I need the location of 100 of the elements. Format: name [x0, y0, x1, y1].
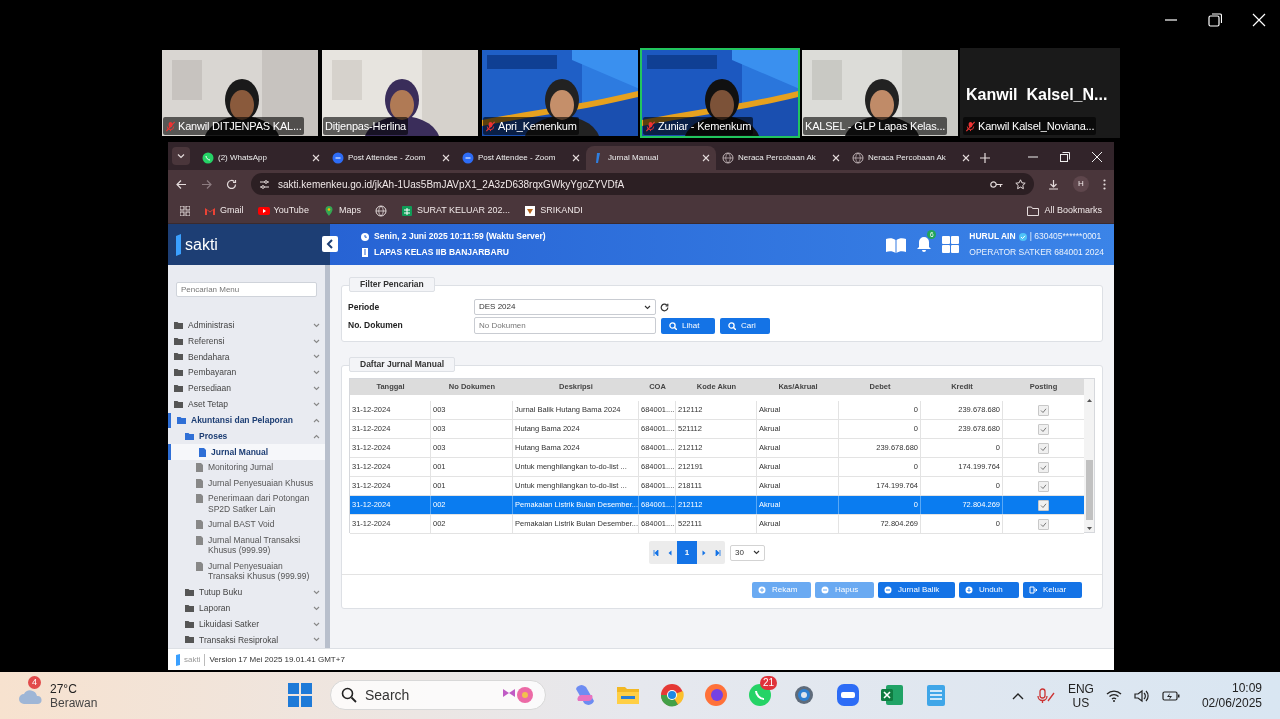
previous-page-icon[interactable]: [667, 549, 673, 556]
browser-tab[interactable]: Post Attendee - Zoom: [326, 146, 456, 170]
close-icon[interactable]: [962, 154, 970, 162]
forward-icon[interactable]: [201, 178, 212, 190]
participant-tile[interactable]: Apri_Kemenkum: [480, 48, 640, 138]
chevron-down-icon[interactable]: [313, 621, 320, 627]
browser-tab[interactable]: (2) WhatsApp: [196, 146, 326, 170]
back-icon[interactable]: [176, 178, 187, 190]
restore-icon[interactable]: [1060, 152, 1070, 162]
menu-item[interactable]: Aset Tetap: [168, 396, 325, 413]
all-bookmarks-link[interactable]: All Bookmarks: [1044, 203, 1102, 218]
close-icon[interactable]: [572, 154, 580, 162]
menu-item[interactable]: Monitoring Jurnal: [168, 459, 325, 476]
search-field[interactable]: Pencarian Menu: [176, 282, 317, 298]
menu-item[interactable]: Penerimaan dari Potongan SP2D Satker Lain: [168, 490, 325, 517]
bookmark-link[interactable]: Maps: [338, 203, 361, 218]
chevron-down-icon[interactable]: [313, 589, 320, 595]
chevron-down-icon[interactable]: [313, 402, 320, 408]
bookmark-link[interactable]: SRIKANDI: [540, 203, 583, 218]
close-icon[interactable]: [702, 154, 710, 162]
key-icon[interactable]: [990, 179, 1003, 189]
scroll-down-icon[interactable]: [1086, 527, 1092, 530]
spreadsheet-icon[interactable]: [880, 683, 904, 707]
bookmark-link[interactable]: Gmail: [220, 203, 244, 218]
menu-item[interactable]: Jurnal BAST Void: [168, 516, 325, 533]
browser-tab[interactable]: Jurnal Manual: [586, 146, 716, 170]
bookmark-link[interactable]: YouTube: [273, 203, 309, 218]
apps-grid-icon[interactable]: [180, 205, 190, 216]
download-icon[interactable]: [1048, 178, 1059, 190]
menu-item[interactable]: Laporan: [168, 600, 325, 617]
menu-item[interactable]: Referensi: [168, 333, 325, 350]
chevron-down-icon[interactable]: [313, 354, 320, 360]
chevron-down-icon[interactable]: [313, 338, 320, 344]
page-size-select[interactable]: 30: [730, 544, 765, 561]
close-icon[interactable]: [1092, 152, 1102, 162]
chevron-down-icon[interactable]: [313, 605, 320, 611]
address-bar[interactable]: sakti.kemenkeu.go.id/jkAh-1Uas5BmJAVpX1_2A3zD638rqxGWkyYgoZYVDfA: [251, 173, 1034, 195]
scroll-up-icon[interactable]: [1086, 399, 1092, 402]
clock-date[interactable]: 02/06/2025: [1201, 695, 1262, 711]
participant-tile[interactable]: Kanwil DITJENPAS KAL...: [160, 48, 320, 138]
reload-icon[interactable]: [226, 178, 237, 190]
menu-item[interactable]: Jurnal Manual: [168, 444, 325, 460]
close-icon[interactable]: [312, 154, 320, 162]
menu-item[interactable]: Jurnal Manual Transaksi Khusus (999.99): [168, 532, 325, 559]
last-page-icon[interactable]: [715, 549, 721, 556]
action-button[interactable]: Unduh: [959, 582, 1019, 598]
search-box[interactable]: Search: [330, 680, 546, 710]
search-button[interactable]: Lihat: [661, 317, 715, 334]
menu-item[interactable]: Jurnal Penyesuaian Transaksi Khusus (999.99): [168, 558, 325, 585]
chevron-up-icon[interactable]: [1011, 691, 1024, 700]
chevron-down-icon[interactable]: [313, 370, 320, 376]
action-button[interactable]: Jurnal Balik: [878, 582, 955, 598]
action-button[interactable]: Keluar: [1023, 582, 1082, 598]
participant-tile[interactable]: Kanwil Kalsel_N... Kanwil Kalsel_Noviana...: [960, 48, 1120, 138]
menu-item[interactable]: Bendahara: [168, 349, 325, 365]
microphone-icon[interactable]: [1035, 687, 1056, 704]
restore-icon[interactable]: [1208, 13, 1222, 27]
scrollbar-thumb[interactable]: [1085, 460, 1093, 520]
participant-tile[interactable]: Zuniar - Kemenkum: [640, 48, 800, 138]
caret-icon[interactable]: [177, 152, 185, 160]
first-page-icon[interactable]: [653, 549, 659, 556]
menu-item[interactable]: Pembayaran: [168, 364, 325, 381]
wifi-icon[interactable]: [1105, 689, 1122, 702]
bookmark-link[interactable]: SURAT KELUAR 202...: [416, 203, 511, 218]
plus-icon[interactable]: [980, 153, 990, 163]
settings-icon[interactable]: [792, 683, 816, 707]
menu-item[interactable]: Tutup Buku: [168, 584, 325, 601]
star-icon[interactable]: [1015, 178, 1026, 190]
menu-item[interactable]: Proses: [168, 428, 325, 445]
menu-item[interactable]: Jurnal Penyesuaian Khusus: [168, 475, 325, 491]
bell-icon[interactable]: [916, 236, 933, 253]
battery-icon[interactable]: [1161, 689, 1180, 702]
refresh-icon[interactable]: [660, 302, 669, 312]
browser-tab[interactable]: Neraca Percobaan Ak: [846, 146, 976, 170]
globe-icon[interactable]: [374, 204, 387, 217]
close-icon[interactable]: [442, 154, 450, 162]
chevron-down-icon[interactable]: [313, 386, 320, 392]
period-select[interactable]: DES 2024: [474, 299, 656, 315]
document-number-field[interactable]: No Dokumen: [474, 317, 656, 334]
chevron-down-icon[interactable]: [313, 637, 320, 643]
menu-item[interactable]: Administrasi: [168, 317, 325, 334]
profile-avatar[interactable]: H: [1073, 176, 1089, 192]
collapse-button[interactable]: [322, 236, 338, 252]
clock-time[interactable]: 10:09: [1231, 680, 1262, 696]
browser-tab[interactable]: Post Attendee - Zoom: [456, 146, 586, 170]
menu-item[interactable]: Persediaan: [168, 380, 325, 397]
volume-icon[interactable]: [1133, 688, 1150, 703]
browser-tab[interactable]: Neraca Percobaan Ak: [716, 146, 846, 170]
chevron-down-icon[interactable]: [313, 322, 320, 328]
menu-item[interactable]: Transaksi Resiprokal: [168, 632, 325, 648]
participant-tile[interactable]: KALSEL - GLP Lapas Kelas...: [800, 48, 960, 138]
next-page-icon[interactable]: [701, 549, 707, 556]
menu-icon[interactable]: [1103, 178, 1106, 190]
page-button[interactable]: 1: [677, 541, 697, 564]
participant-tile[interactable]: Ditjenpas-Herlina: [320, 48, 480, 138]
sidebar-scrollbar[interactable]: [325, 265, 330, 648]
windows-logo-icon[interactable]: [288, 683, 312, 707]
site-settings-icon[interactable]: [259, 178, 270, 190]
close-icon[interactable]: [832, 154, 840, 162]
book-icon[interactable]: [886, 236, 907, 253]
